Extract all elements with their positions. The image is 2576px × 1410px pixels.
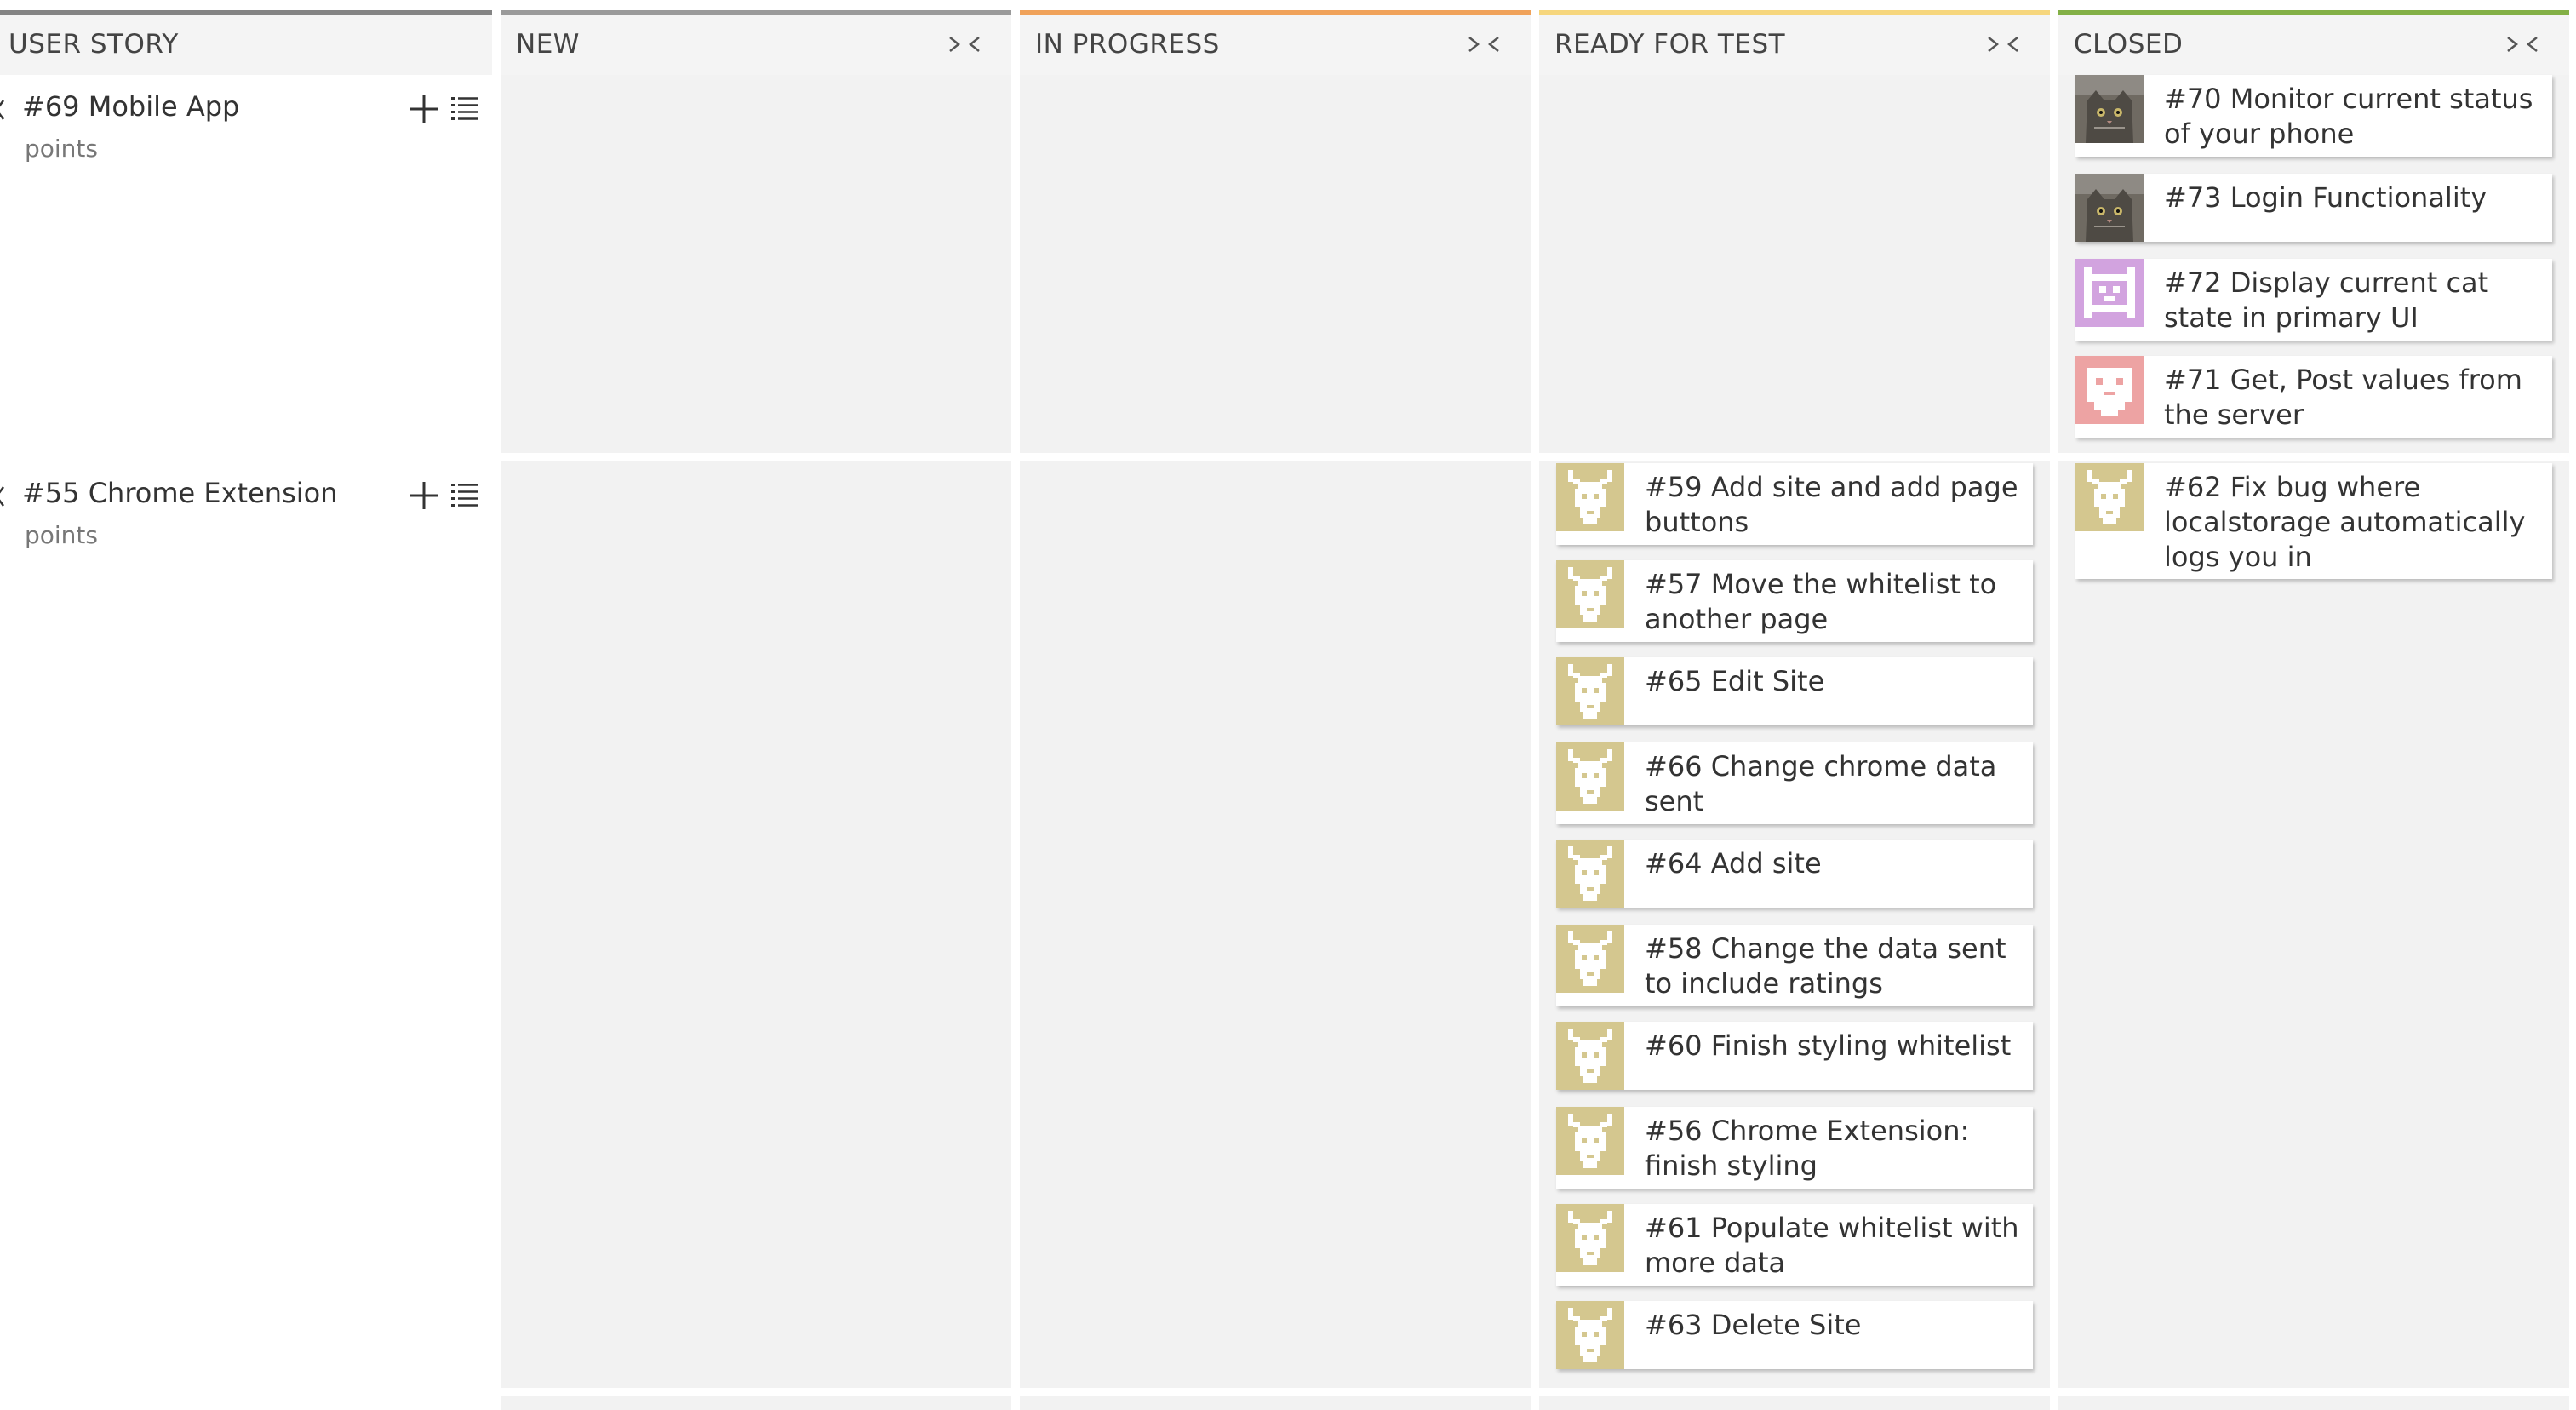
pink-pixel-avatar-icon (2075, 356, 2144, 424)
user-story-points: points (25, 135, 98, 163)
beige-pixel-avatar-icon (1556, 1301, 1624, 1369)
beige-pixel-avatar-icon (1556, 1022, 1624, 1090)
task-card[interactable]: #57 Move the whitelist to another page (1556, 560, 2033, 642)
user-story-title[interactable]: #55 Chrome Extension (22, 477, 337, 509)
task-card[interactable]: #60 Finish styling whitelist (1556, 1022, 2033, 1090)
cat-photo-avatar-icon (2075, 174, 2144, 242)
beige-pixel-avatar-icon (1556, 925, 1624, 993)
column-title: CLOSED (2074, 29, 2184, 60)
task-card-title[interactable]: #57 Move the whitelist to another page (1645, 567, 2021, 637)
column-title: READY FOR TEST (1554, 29, 1786, 60)
fold-column-icon[interactable] (1985, 27, 2021, 61)
column-title: IN PROGRESS (1035, 29, 1220, 60)
beige-pixel-avatar-icon (1556, 1107, 1624, 1175)
task-card[interactable]: #66 Change chrome data sent (1556, 742, 2033, 824)
column-header-new: NEW (501, 10, 1011, 75)
user-story-title[interactable]: #69 Mobile App (22, 90, 239, 123)
user-story-row[interactable]: #55 Chrome Extension points (0, 461, 492, 1388)
cell-new-row2 (501, 461, 1011, 1388)
beige-pixel-avatar-icon (2075, 463, 2144, 531)
cell-inprogress-row1 (1020, 75, 1531, 453)
task-card[interactable]: #58 Change the data sent to include rati… (1556, 925, 2033, 1006)
task-card[interactable]: #72 Display current cat state in primary… (2075, 259, 2552, 341)
cell-inprogress-row3 (1020, 1396, 1531, 1410)
fold-column-icon[interactable] (947, 27, 982, 61)
cell-inprogress-row2 (1020, 461, 1531, 1388)
purple-pixel-avatar-icon (2075, 259, 2144, 327)
task-card[interactable]: #71 Get, Post values from the server (2075, 356, 2552, 438)
task-card[interactable]: #73 Login Functionality (2075, 174, 2552, 242)
cell-readyfortest-row3 (1539, 1396, 2050, 1410)
task-card-title[interactable]: #71 Get, Post values from the server (2164, 363, 2540, 433)
fold-column-icon[interactable] (2504, 27, 2540, 61)
beige-pixel-avatar-icon (1556, 560, 1624, 628)
column-title: USER STORY (9, 29, 179, 60)
task-card-title[interactable]: #62 Fix bug where localstorage automatic… (2164, 470, 2540, 575)
task-card[interactable]: #62 Fix bug where localstorage automatic… (2075, 463, 2552, 579)
task-card[interactable]: #64 Add site (1556, 840, 2033, 908)
column-header-userstory: USER STORY (0, 10, 492, 75)
task-card[interactable]: #63 Delete Site (1556, 1301, 2033, 1369)
task-card[interactable]: #59 Add site and add page buttons (1556, 463, 2033, 545)
task-card-title[interactable]: #59 Add site and add page buttons (1645, 470, 2021, 540)
bulk-add-list-icon[interactable] (449, 94, 480, 124)
cell-closed-row3 (2058, 1396, 2569, 1410)
task-card-title[interactable]: #70 Monitor current status of your phone (2164, 82, 2540, 152)
beige-pixel-avatar-icon (1556, 657, 1624, 725)
task-card-title[interactable]: #63 Delete Site (1645, 1308, 2021, 1343)
task-card-title[interactable]: #65 Edit Site (1645, 664, 2021, 699)
beige-pixel-avatar-icon (1556, 840, 1624, 908)
user-story-row[interactable]: #69 Mobile App points (0, 75, 492, 453)
cat-photo-avatar-icon (2075, 75, 2144, 143)
cell-new-row1 (501, 75, 1011, 453)
bulk-add-list-icon[interactable] (449, 480, 480, 511)
task-card[interactable]: #70 Monitor current status of your phone (2075, 75, 2552, 157)
task-card-title[interactable]: #66 Change chrome data sent (1645, 749, 2021, 819)
beige-pixel-avatar-icon (1556, 742, 1624, 811)
collapse-row-icon[interactable] (0, 484, 7, 509)
task-card-title[interactable]: #73 Login Functionality (2164, 181, 2540, 215)
cell-closed-row2 (2058, 461, 2569, 1388)
beige-pixel-avatar-icon (1556, 1204, 1624, 1272)
column-title: NEW (516, 29, 580, 60)
column-header-closed: CLOSED (2058, 10, 2569, 75)
task-card-title[interactable]: #61 Populate whitelist with more data (1645, 1211, 2021, 1281)
task-card[interactable]: #61 Populate whitelist with more data (1556, 1204, 2033, 1286)
task-card[interactable]: #56 Chrome Extension: finish styling (1556, 1107, 2033, 1189)
cell-new-row3 (501, 1396, 1011, 1410)
add-task-icon[interactable] (407, 479, 441, 513)
task-card-title[interactable]: #60 Finish styling whitelist (1645, 1029, 2021, 1063)
task-card[interactable]: #65 Edit Site (1556, 657, 2033, 725)
fold-column-icon[interactable] (1466, 27, 1502, 61)
collapse-row-icon[interactable] (0, 97, 7, 123)
beige-pixel-avatar-icon (1556, 463, 1624, 531)
user-story-points: points (25, 521, 98, 549)
task-card-title[interactable]: #64 Add site (1645, 846, 2021, 881)
task-card-title[interactable]: #56 Chrome Extension: finish styling (1645, 1114, 2021, 1184)
cell-readyfortest-row1 (1539, 75, 2050, 453)
task-card-title[interactable]: #72 Display current cat state in primary… (2164, 266, 2540, 335)
column-header-inprogress: IN PROGRESS (1020, 10, 1531, 75)
task-card-title[interactable]: #58 Change the data sent to include rati… (1645, 931, 2021, 1001)
add-task-icon[interactable] (407, 92, 441, 126)
column-header-readyfortest: READY FOR TEST (1539, 10, 2050, 75)
